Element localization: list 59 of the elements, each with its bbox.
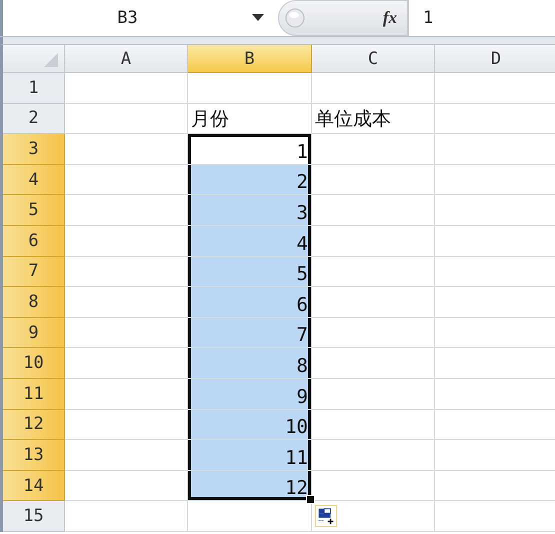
row-header[interactable]: 7 [3,256,65,288]
row-header[interactable]: 14 [3,470,65,502]
fill-handle[interactable] [306,495,315,504]
table-cell[interactable]: 4 [188,226,312,257]
insert-function-button[interactable]: fx [382,8,397,28]
row-header[interactable]: 9 [3,318,65,348]
column-header[interactable]: A [65,45,188,73]
table-cell[interactable]: 9 [188,378,312,410]
table-cell[interactable]: 2 [188,164,312,196]
table-cell[interactable] [312,378,435,410]
table-cell[interactable] [312,318,435,348]
table-cell[interactable] [188,73,312,104]
row-header[interactable]: 10 [3,348,65,379]
table-cell[interactable] [312,164,435,196]
table-cell[interactable]: 6 [188,287,312,318]
table-cell[interactable] [312,195,435,226]
row-header[interactable]: 13 [3,440,65,471]
column-header[interactable]: D [435,45,555,73]
select-all-button[interactable] [3,45,65,73]
table-cell[interactable]: 8 [188,348,312,379]
table-cell[interactable] [312,470,435,502]
table-cell[interactable] [312,501,435,532]
table-cell[interactable] [65,104,188,134]
row-header[interactable]: 15 [3,501,65,532]
column-header[interactable]: C [312,45,435,73]
table-cell[interactable] [188,501,312,532]
row-header[interactable]: 12 [3,410,65,440]
autofill-options-icon[interactable] [315,505,337,528]
table-cell[interactable] [312,287,435,318]
table-cell[interactable]: 7 [188,318,312,348]
table-cell[interactable] [312,134,435,165]
table-cell[interactable]: 单位成本 [312,104,435,134]
table-cell[interactable]: 11 [188,440,312,471]
table-cell[interactable]: 5 [188,256,312,288]
knob-icon [285,8,305,28]
row-header[interactable]: 5 [3,195,65,226]
table-cell[interactable] [312,256,435,288]
row-header[interactable]: 11 [3,378,65,410]
table-cell[interactable]: 1 [188,134,312,165]
row-header[interactable]: 1 [3,73,65,104]
formula-bar-handle[interactable]: fx [278,0,408,36]
table-cell[interactable] [312,440,435,471]
triangle-icon [44,53,58,67]
table-cell[interactable] [65,501,188,532]
table-cell[interactable] [65,73,188,104]
table-cell[interactable] [312,348,435,379]
table-cell[interactable] [312,73,435,104]
column-header[interactable]: B [188,45,312,73]
row-header[interactable]: 8 [3,287,65,318]
row-header[interactable]: 6 [3,226,65,257]
dropdown-caret-icon[interactable] [252,14,264,22]
table-cell[interactable] [312,410,435,440]
table-cell[interactable]: 10 [188,410,312,440]
row-header[interactable]: 2 [3,104,65,134]
row-header[interactable]: 3 [3,134,65,165]
table-cell[interactable] [312,226,435,257]
row-header[interactable]: 4 [3,164,65,196]
table-cell[interactable]: 3 [188,195,312,226]
formula-field[interactable]: 1 [408,0,555,36]
